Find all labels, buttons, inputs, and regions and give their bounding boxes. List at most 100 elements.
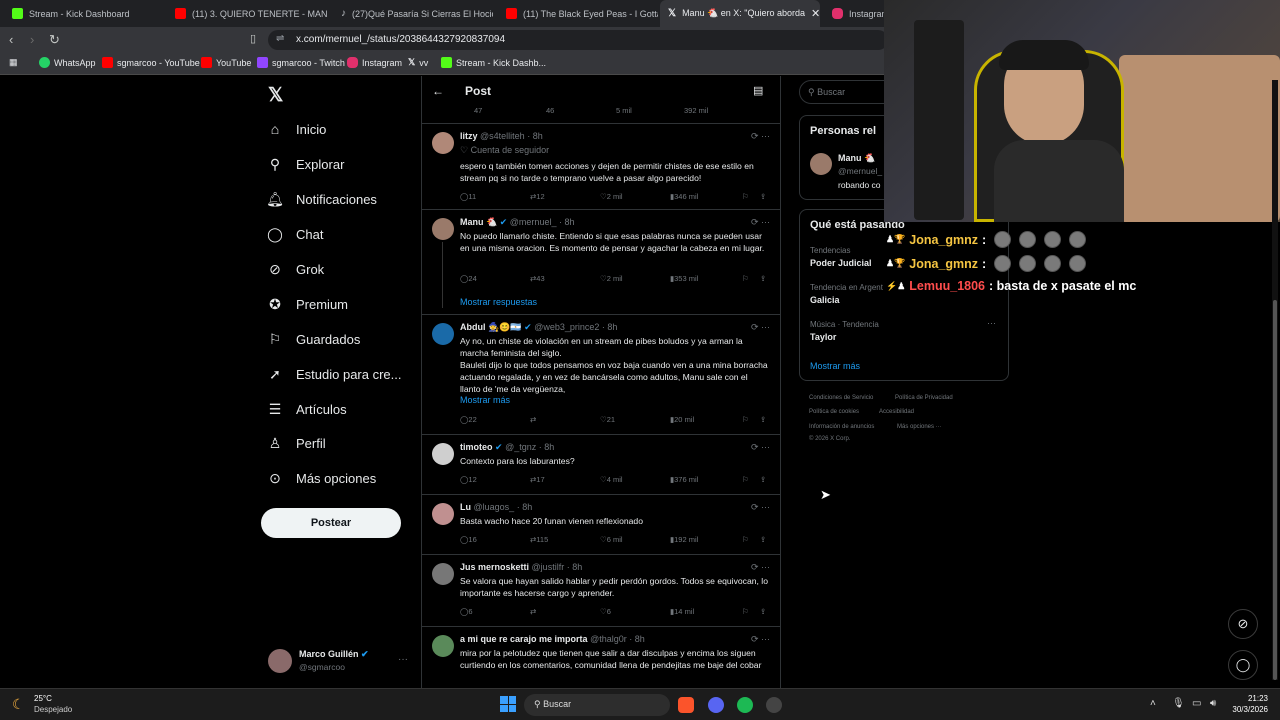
like-button[interactable]: ♡ 6 xyxy=(600,607,611,616)
nav-item-chat[interactable]: ◯ Chat xyxy=(266,226,323,243)
footer-link[interactable]: Información de anuncios xyxy=(809,424,874,430)
tweet-author-name[interactable]: Lu xyxy=(460,502,471,512)
trend-item[interactable]: Música · Tendencia Taylor xyxy=(810,320,879,342)
weather-temp[interactable]: 25°C xyxy=(34,694,52,703)
clock-date[interactable]: 30/3/2026 xyxy=(1224,705,1268,714)
reply-tweet[interactable]: a mi que re carajo me importa @thalg0r ·… xyxy=(422,627,780,688)
scrollbar-thumb[interactable] xyxy=(1273,300,1277,680)
windows-start-icon[interactable] xyxy=(500,696,516,712)
footer-link[interactable]: Política de cookies xyxy=(809,409,859,415)
more-icon[interactable]: ··· xyxy=(987,318,996,328)
grok-and-more-icon[interactable]: ⟳ ··· xyxy=(751,442,770,453)
grok-floating-button[interactable]: ⊘ xyxy=(1228,609,1258,639)
reply-tweet[interactable]: Manu 🐔 ✔ @mernuel_ · 8h ⟳ ··· No puedo l… xyxy=(422,210,780,315)
footer-link[interactable]: Más opciones ··· xyxy=(897,424,942,430)
reply-count[interactable]: 47 xyxy=(474,106,482,115)
grok-and-more-icon[interactable]: ⟳ ··· xyxy=(751,217,770,228)
like-button[interactable]: ♡ 6 mil xyxy=(600,535,623,544)
tab-tiktok[interactable]: ♪ (27)Qué Pasaría Si Cierras El Hocico xyxy=(333,0,493,27)
views-button[interactable]: ▮ 353 mil xyxy=(670,274,698,283)
person-name[interactable]: Manu 🐔 xyxy=(838,153,875,164)
nav-item-articulos[interactable]: ☰ Artículos xyxy=(266,401,347,418)
views-button[interactable]: ▮ 20 mil xyxy=(670,415,694,424)
share-icon[interactable]: ⇪ xyxy=(760,607,766,616)
show-more-link[interactable]: Mostrar más xyxy=(460,395,510,405)
footer-link[interactable]: Accesibilidad xyxy=(879,409,914,415)
nav-item-notificaciones[interactable]: 🔔︎ Notificaciones xyxy=(266,191,377,208)
show-replies-link[interactable]: Mostrar respuestas xyxy=(460,297,537,307)
grok-and-more-icon[interactable]: ⟳ ··· xyxy=(751,502,770,513)
repost-button[interactable]: ⇄ 43 xyxy=(530,274,545,283)
discord-icon[interactable] xyxy=(708,697,724,713)
bookmark-icon[interactable]: ⚐ xyxy=(742,535,749,544)
close-tab-icon[interactable]: ✕ xyxy=(811,7,820,20)
reply-button[interactable]: ◯ 11 xyxy=(460,192,476,201)
nav-item-premium[interactable]: ✪ Premium xyxy=(266,296,348,313)
share-icon[interactable]: ⇪ xyxy=(760,475,766,484)
repost-button[interactable]: ⇄ xyxy=(530,607,536,616)
bookmark-icon[interactable]: ⚐ xyxy=(742,475,749,484)
reply-button[interactable]: ◯ 16 xyxy=(460,535,477,544)
bookmark-sgmarcoo-youtube[interactable]: sgmarcoo - YouTube xyxy=(102,57,200,68)
share-icon[interactable]: ⇪ xyxy=(760,535,766,544)
reply-button[interactable]: ◯ 24 xyxy=(460,274,477,283)
trend-item[interactable]: Tendencias Poder Judicial xyxy=(810,246,872,268)
reply-tweet[interactable]: litzy @s4telliteh · 8h ♡ Cuenta de segui… xyxy=(422,124,780,210)
nav-item-mas-opciones[interactable]: ⊙ Más opciones xyxy=(266,470,376,487)
site-info-icon[interactable]: ⇌ xyxy=(276,33,284,44)
like-count[interactable]: 5 mil xyxy=(616,106,632,115)
back-arrow-icon[interactable]: ← xyxy=(432,84,444,98)
nav-item-grok[interactable]: ⊘ Grok xyxy=(266,261,324,278)
tweet-author-name[interactable]: timoteo xyxy=(460,442,493,452)
like-button[interactable]: ♡ 4 mil xyxy=(600,475,623,484)
network-icon[interactable]: ▭ xyxy=(1192,698,1201,709)
forward-icon[interactable]: › xyxy=(30,32,34,47)
grok-and-more-icon[interactable]: ⟳ ··· xyxy=(751,322,770,333)
bookmark-icon[interactable]: ⚐ xyxy=(742,415,749,424)
tweet-author-name[interactable]: Jus mernosketti xyxy=(460,562,529,572)
tab-x-post[interactable]: 𝕏 Manu 🐔 en X: "Quiero aborda ✕ xyxy=(660,0,820,27)
nav-item-explorar[interactable]: ⚲ Explorar xyxy=(266,156,345,173)
account-switcher[interactable]: Marco Guillén ✔ @sgmarcoo ··· xyxy=(266,646,412,676)
share-icon[interactable]: ⇪ xyxy=(760,274,766,283)
reply-tweet[interactable]: Abdul 🧙😊🇦🇷 ✔ @web3_prince2 · 8h ⟳ ··· Ay… xyxy=(422,315,780,435)
repost-button[interactable]: ⇄ 115 xyxy=(530,535,548,544)
grok-and-more-icon[interactable]: ⟳ ··· xyxy=(751,562,770,573)
reply-tweet[interactable]: Jus mernosketti @justilfr · 8h ⟳ ··· Se … xyxy=(422,555,780,627)
view-count[interactable]: 392 mil xyxy=(684,106,708,115)
x-logo-icon[interactable]: 𝕏 xyxy=(268,84,283,107)
tab-youtube-quiero-tenerte[interactable]: (11) 3. QUIERO TENERTE - MANU W xyxy=(167,0,327,27)
share-icon[interactable]: ⇪ xyxy=(760,415,766,424)
address-bar[interactable]: ⇌ x.com/mernuel_/status/2038644327920837… xyxy=(268,30,888,50)
clock-time[interactable]: 21:23 xyxy=(1234,694,1268,703)
footer-link[interactable]: Política de Privacidad xyxy=(895,395,953,401)
nav-item-perfil[interactable]: ♙ Perfil xyxy=(266,435,326,452)
reply-button[interactable]: ◯ 6 xyxy=(460,607,473,616)
microphone-icon[interactable]: 🎙︎ xyxy=(1172,698,1185,709)
tweet-author-name[interactable]: litzy xyxy=(460,131,478,141)
tweet-author-name[interactable]: a mi que re carajo me importa xyxy=(460,634,588,644)
nav-item-inicio[interactable]: ⌂ Inicio xyxy=(266,121,327,137)
bookmark-youtube[interactable]: YouTube xyxy=(201,57,251,68)
repost-button[interactable]: ⇄ xyxy=(530,415,536,424)
reply-tweet[interactable]: timoteo ✔ @_tgnz · 8h ⟳ ··· Contexto par… xyxy=(422,435,780,495)
spotify-icon[interactable] xyxy=(737,697,753,713)
reader-icon[interactable]: ▤ xyxy=(753,84,763,97)
messages-floating-button[interactable]: ◯ xyxy=(1228,650,1258,680)
bookmark-icon[interactable]: ⚐ xyxy=(742,607,749,616)
nav-item-estudio[interactable]: ➚ Estudio para cre... xyxy=(266,366,401,383)
tab-kick-dashboard[interactable]: Stream - Kick Dashboard xyxy=(4,0,164,27)
volume-icon[interactable]: 🔊︎ xyxy=(1210,698,1216,709)
bookmark-whatsapp[interactable]: WhatsApp xyxy=(39,57,96,68)
back-icon[interactable]: ‹ xyxy=(9,32,13,47)
reload-icon[interactable]: ↻ xyxy=(49,32,60,48)
page-scrollbar[interactable] xyxy=(1272,80,1278,680)
tray-chevron-icon[interactable]: ˄ xyxy=(1150,698,1156,709)
repost-count[interactable]: 46 xyxy=(546,106,554,115)
tweet-author-name[interactable]: Manu 🐔 xyxy=(460,217,497,227)
views-button[interactable]: ▮ 192 mil xyxy=(670,535,698,544)
views-button[interactable]: ▮ 376 mil xyxy=(670,475,698,484)
brave-icon[interactable] xyxy=(678,697,694,713)
reply-tweet[interactable]: Lu @luagos_ · 8h ⟳ ··· Basta wacho hace … xyxy=(422,495,780,555)
bookmark-icon[interactable]: ⚐ xyxy=(742,274,749,283)
